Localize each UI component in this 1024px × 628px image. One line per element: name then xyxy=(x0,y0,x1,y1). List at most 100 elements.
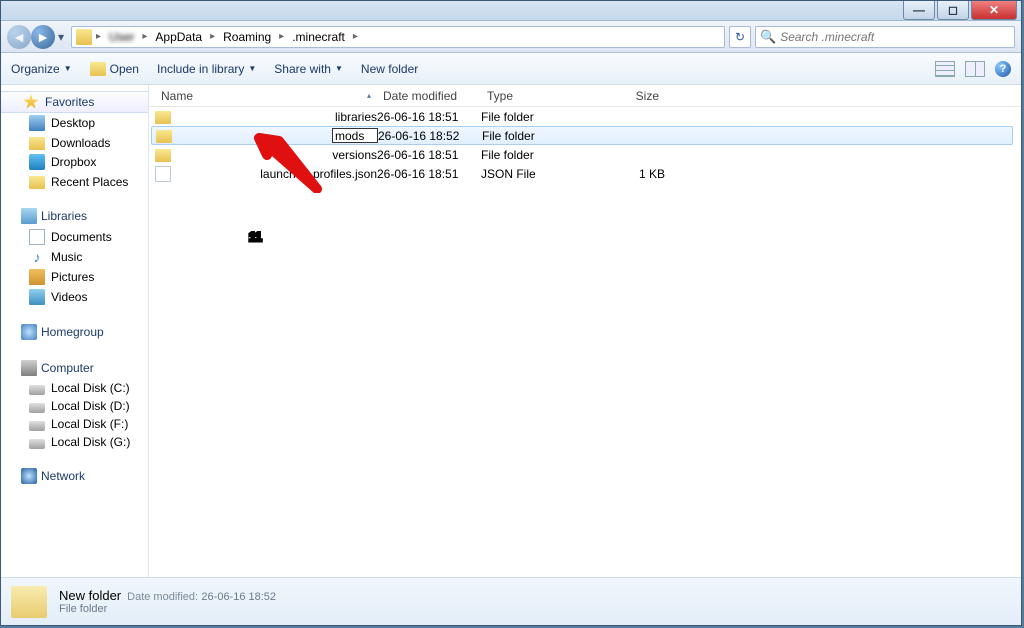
file-type: File folder xyxy=(481,148,587,162)
forward-button[interactable]: ► xyxy=(31,25,55,49)
sidebar-group-computer[interactable]: Computer xyxy=(1,357,148,379)
share-menu[interactable]: Share with▼ xyxy=(274,62,343,76)
folder-icon xyxy=(156,130,172,143)
new-folder-button[interactable]: New folder xyxy=(361,62,418,76)
search-box[interactable]: 🔍 xyxy=(755,26,1015,48)
rename-input[interactable]: mods xyxy=(332,128,378,143)
folder-icon xyxy=(11,586,47,618)
folder-icon xyxy=(155,149,171,162)
open-icon xyxy=(90,62,106,76)
folder-icon xyxy=(29,176,45,189)
sidebar-group-libraries[interactable]: Libraries xyxy=(1,205,148,227)
help-button[interactable]: ? xyxy=(995,61,1011,77)
status-date: 26-06-16 18:52 xyxy=(201,591,276,603)
back-button[interactable]: ◄ xyxy=(7,25,31,49)
file-row[interactable]: versions26-06-16 18:51File folder xyxy=(149,145,1021,164)
sidebar-item-disk-g[interactable]: Local Disk (G:) xyxy=(1,433,148,451)
toolbar: Organize▼ Open Include in library▼ Share… xyxy=(1,53,1021,85)
search-input[interactable] xyxy=(780,30,1010,44)
document-icon xyxy=(29,229,45,245)
address-bar[interactable]: ▸ User ▸ AppData ▸ Roaming ▸ .minecraft … xyxy=(71,26,725,48)
folder-icon xyxy=(29,137,45,150)
file-type: JSON File xyxy=(481,167,587,181)
sidebar-group-favorites[interactable]: Favorites xyxy=(1,91,148,113)
sidebar-item-dropbox[interactable]: Dropbox xyxy=(1,152,148,172)
open-button[interactable]: Open xyxy=(90,62,139,76)
breadcrumb-appdata[interactable]: AppData xyxy=(151,28,206,46)
music-icon: ♪ xyxy=(29,249,45,265)
breadcrumb-user[interactable]: User xyxy=(105,28,138,46)
sidebar-item-documents[interactable]: Documents xyxy=(1,227,148,247)
computer-icon xyxy=(21,360,37,376)
annotation-number: 11 xyxy=(249,195,262,253)
close-button[interactable]: ✕ xyxy=(971,1,1017,20)
column-name[interactable]: Name▴ xyxy=(155,89,377,103)
chevron-right-icon: ▸ xyxy=(94,31,103,42)
folder-icon xyxy=(76,29,92,45)
organize-menu[interactable]: Organize▼ xyxy=(11,62,72,76)
disk-icon xyxy=(29,403,45,413)
sidebar-item-videos[interactable]: Videos xyxy=(1,287,148,307)
sidebar-item-desktop[interactable]: Desktop xyxy=(1,113,148,133)
chevron-right-icon: ▸ xyxy=(140,31,149,42)
navigation-pane: Favorites Desktop Downloads Dropbox Rece… xyxy=(1,85,149,577)
file-date: 26-06-16 18:51 xyxy=(377,110,481,124)
search-icon: 🔍 xyxy=(760,29,776,45)
disk-icon xyxy=(29,421,45,431)
breadcrumb-minecraft[interactable]: .minecraft xyxy=(288,28,349,46)
file-date: 26-06-16 18:52 xyxy=(378,129,482,143)
pictures-icon xyxy=(29,269,45,285)
column-type[interactable]: Type xyxy=(481,89,587,103)
file-date: 26-06-16 18:51 xyxy=(377,167,481,181)
titlebar: — ◻ ✕ xyxy=(1,1,1021,21)
history-dropdown[interactable]: ▾ xyxy=(55,30,67,44)
homegroup-icon xyxy=(21,324,37,340)
column-headers: Name▴ Date modified Type Size xyxy=(149,85,1021,107)
refresh-button[interactable]: ↻ xyxy=(729,26,751,48)
file-row[interactable]: libraries26-06-16 18:51File folder xyxy=(149,107,1021,126)
sidebar-item-disk-f[interactable]: Local Disk (F:) xyxy=(1,415,148,433)
dropbox-icon xyxy=(29,154,45,170)
sidebar-item-disk-c[interactable]: Local Disk (C:) xyxy=(1,379,148,397)
desktop-icon xyxy=(29,115,45,131)
status-date-label: Date modified: xyxy=(127,591,198,603)
videos-icon xyxy=(29,289,45,305)
file-row[interactable]: launcher_profiles.json26-06-16 18:51JSON… xyxy=(149,164,1021,183)
sidebar-item-disk-d[interactable]: Local Disk (D:) xyxy=(1,397,148,415)
file-type: File folder xyxy=(481,110,587,124)
maximize-button[interactable]: ◻ xyxy=(937,1,969,20)
include-library-menu[interactable]: Include in library▼ xyxy=(157,62,256,76)
disk-icon xyxy=(29,439,45,449)
libraries-icon xyxy=(21,208,37,224)
preview-pane-button[interactable] xyxy=(965,61,985,77)
sidebar-item-recent[interactable]: Recent Places xyxy=(1,172,148,191)
breadcrumb-roaming[interactable]: Roaming xyxy=(219,28,275,46)
details-pane: New folderDate modified: 26-06-16 18:52 … xyxy=(1,577,1021,625)
status-type: File folder xyxy=(59,603,276,615)
sidebar-group-homegroup[interactable]: Homegroup xyxy=(1,321,148,343)
sidebar-item-pictures[interactable]: Pictures xyxy=(1,267,148,287)
chevron-right-icon: ▸ xyxy=(277,31,286,42)
file-list-pane: Name▴ Date modified Type Size libraries2… xyxy=(149,85,1021,577)
minimize-button[interactable]: — xyxy=(903,1,935,20)
file-type: File folder xyxy=(482,129,588,143)
chevron-right-icon: ▸ xyxy=(351,31,360,42)
sidebar-group-network[interactable]: Network xyxy=(1,465,148,487)
file-name: versions xyxy=(332,148,377,162)
disk-icon xyxy=(29,385,45,395)
sidebar-item-music[interactable]: ♪Music xyxy=(1,247,148,267)
sort-ascending-icon: ▴ xyxy=(367,91,371,100)
file-icon xyxy=(155,166,171,182)
file-size: 1 KB xyxy=(587,167,665,181)
status-title: New folder xyxy=(59,588,121,603)
explorer-window: — ◻ ✕ ◄ ► ▾ ▸ User ▸ AppData ▸ Roaming ▸… xyxy=(0,0,1022,626)
column-size[interactable]: Size xyxy=(587,89,665,103)
view-options-button[interactable] xyxy=(935,61,955,77)
file-row[interactable]: mods26-06-16 18:52File folder xyxy=(151,126,1013,145)
file-date: 26-06-16 18:51 xyxy=(377,148,481,162)
column-date[interactable]: Date modified xyxy=(377,89,481,103)
star-icon xyxy=(23,94,39,110)
sidebar-item-downloads[interactable]: Downloads xyxy=(1,133,148,152)
navbar: ◄ ► ▾ ▸ User ▸ AppData ▸ Roaming ▸ .mine… xyxy=(1,21,1021,53)
chevron-right-icon: ▸ xyxy=(208,31,217,42)
